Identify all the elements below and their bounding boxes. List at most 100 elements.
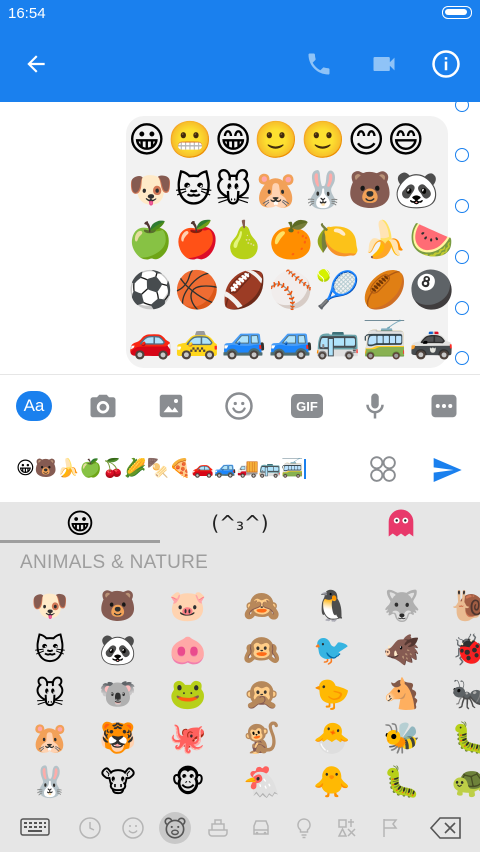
emoji-key[interactable]: 🐽: [166, 628, 210, 672]
tab-kaomoji[interactable]: (^₃^): [190, 504, 290, 542]
gif-icon: GIF: [291, 394, 323, 418]
message-input[interactable]: 😀🐻🍌🍏🍒🌽🍢🍕🚗🚙🚚🚌🚎: [16, 458, 306, 480]
emoji-key[interactable]: 🐥: [310, 760, 354, 804]
battery-fill: [445, 9, 467, 15]
camera-button[interactable]: [85, 389, 121, 423]
ghost-icon: [388, 509, 414, 537]
emoji-key[interactable]: 🐣: [310, 716, 354, 760]
emoji-key[interactable]: 🐛: [448, 716, 480, 760]
category-recent[interactable]: [74, 812, 106, 844]
emoji-key[interactable]: 🐨: [96, 672, 140, 716]
keyboard-icon: [20, 818, 50, 836]
send-icon: [433, 458, 462, 482]
message-row: 😀😬😁🙂🙂😊😄: [128, 120, 427, 161]
emoji-key[interactable]: 🐜: [448, 672, 480, 716]
emoji-key[interactable]: 🐮: [96, 760, 140, 804]
sticker-grid-icon: [370, 456, 396, 482]
emoji-key[interactable]: 🐶: [28, 584, 72, 628]
read-receipt-icon: [455, 301, 469, 315]
message-input-row: 😀🐻🍌🍏🍒🌽🍢🍕🚗🚙🚚🚌🚎: [0, 436, 480, 502]
emoji-key[interactable]: 🐸: [166, 672, 210, 716]
smiley-icon: [122, 817, 144, 839]
bear-icon: [164, 817, 186, 839]
info-icon: [432, 50, 460, 78]
category-animals[interactable]: [159, 812, 191, 844]
category-flags[interactable]: [374, 812, 406, 844]
category-smileys[interactable]: [117, 812, 149, 844]
emoji-key[interactable]: 🐺: [380, 584, 424, 628]
chat-thread[interactable]: 😀😬😁🙂🙂😊😄 🐶🐱🐭🐹🐰🐻🐼 🍏🍎🍐🍊🍋🍌🍉 ⚽🏀🏈⚾🎾🏉🎱 🚗🚕🚙🚙🚌🚎🚓: [0, 102, 480, 374]
emoji-keyboard: 😀 (^₃^) ANIMALS & NATURE 🐶 🐻 🐷 🙈 🐧 🐺 🐌 🐱 🐼 🐽 🙉 🐦 🐗 🐞 🐭…: [0, 502, 480, 852]
active-tab-indicator: [0, 540, 160, 543]
category-symbols[interactable]: [331, 812, 363, 844]
status-time: 16:54: [8, 5, 46, 22]
status-bar: 16:54: [0, 0, 480, 26]
smiley-icon: [225, 392, 253, 420]
composer-toolbar: Aa GIF: [0, 374, 480, 436]
emoji-key[interactable]: 🙊: [240, 672, 284, 716]
back-button[interactable]: [16, 44, 56, 84]
read-receipt-icon: [455, 148, 469, 162]
call-button[interactable]: [299, 44, 339, 84]
aa-icon: Aa: [16, 391, 52, 421]
gallery-button[interactable]: [153, 389, 189, 423]
clock-icon: [79, 817, 101, 839]
text-format-button[interactable]: Aa: [16, 389, 52, 423]
voice-button[interactable]: [357, 389, 393, 423]
lightbulb-icon: [297, 818, 311, 839]
backspace-button[interactable]: [428, 812, 464, 844]
switch-keyboard-button[interactable]: [18, 812, 52, 844]
emoji-key[interactable]: 🐹: [28, 716, 72, 760]
more-icon: [431, 394, 457, 418]
read-receipts: [455, 102, 473, 374]
emoji-key[interactable]: 🙈: [240, 584, 284, 628]
phone-icon: [308, 53, 330, 75]
emoji-key[interactable]: 🐻: [96, 584, 140, 628]
emoji-key[interactable]: 🐦: [310, 628, 354, 672]
emoji-key[interactable]: 🐛: [380, 760, 424, 804]
category-travel[interactable]: [245, 812, 277, 844]
camera-icon: [90, 394, 116, 418]
symbols-icon: [337, 819, 356, 837]
microphone-icon: [366, 393, 384, 419]
food-icon: [208, 819, 228, 837]
emoji-key[interactable]: 🐤: [310, 672, 354, 716]
read-receipt-icon: [455, 199, 469, 213]
sticker-button[interactable]: [368, 454, 398, 484]
emoji-key[interactable]: 🐰: [28, 760, 72, 804]
video-camera-icon: [373, 57, 395, 71]
emoji-key[interactable]: 🙉: [240, 628, 284, 672]
emoji-key[interactable]: 🐵: [166, 760, 210, 804]
text-cursor: [303, 459, 306, 479]
emoji-button[interactable]: [221, 389, 257, 423]
emoji-key[interactable]: 🐙: [166, 716, 210, 760]
info-button[interactable]: [426, 44, 466, 84]
emoji-key[interactable]: 🐢: [448, 760, 480, 804]
emoji-key[interactable]: 🐴: [380, 672, 424, 716]
section-title: ANIMALS & NATURE: [20, 552, 209, 573]
emoji-key[interactable]: 🐞: [448, 628, 480, 672]
tab-emoji[interactable]: 😀: [55, 504, 105, 542]
more-button[interactable]: [426, 389, 462, 423]
video-call-button[interactable]: [364, 44, 404, 84]
message-row: 🍏🍎🍐🍊🍋🍌🍉: [128, 220, 456, 261]
send-button[interactable]: [430, 454, 464, 486]
emoji-key[interactable]: 🐱: [28, 628, 72, 672]
flag-icon: [383, 819, 398, 837]
tab-stickers[interactable]: [376, 504, 426, 542]
category-objects[interactable]: [288, 812, 320, 844]
emoji-key[interactable]: 🐼: [96, 628, 140, 672]
emoji-key[interactable]: 🐗: [380, 628, 424, 672]
category-food[interactable]: [202, 812, 234, 844]
emoji-key[interactable]: 🐭: [28, 672, 72, 716]
emoji-key[interactable]: 🐔: [240, 760, 284, 804]
car-icon: [253, 820, 269, 835]
emoji-key[interactable]: 🐒: [240, 716, 284, 760]
emoji-key[interactable]: 🐯: [96, 716, 140, 760]
emoji-key[interactable]: 🐝: [380, 716, 424, 760]
gif-button[interactable]: GIF: [289, 389, 325, 423]
emoji-key[interactable]: 🐧: [310, 584, 354, 628]
emoji-key[interactable]: 🐌: [448, 584, 480, 628]
message-row: 🚗🚕🚙🚙🚌🚎🚓: [128, 320, 456, 361]
emoji-key[interactable]: 🐷: [166, 584, 210, 628]
